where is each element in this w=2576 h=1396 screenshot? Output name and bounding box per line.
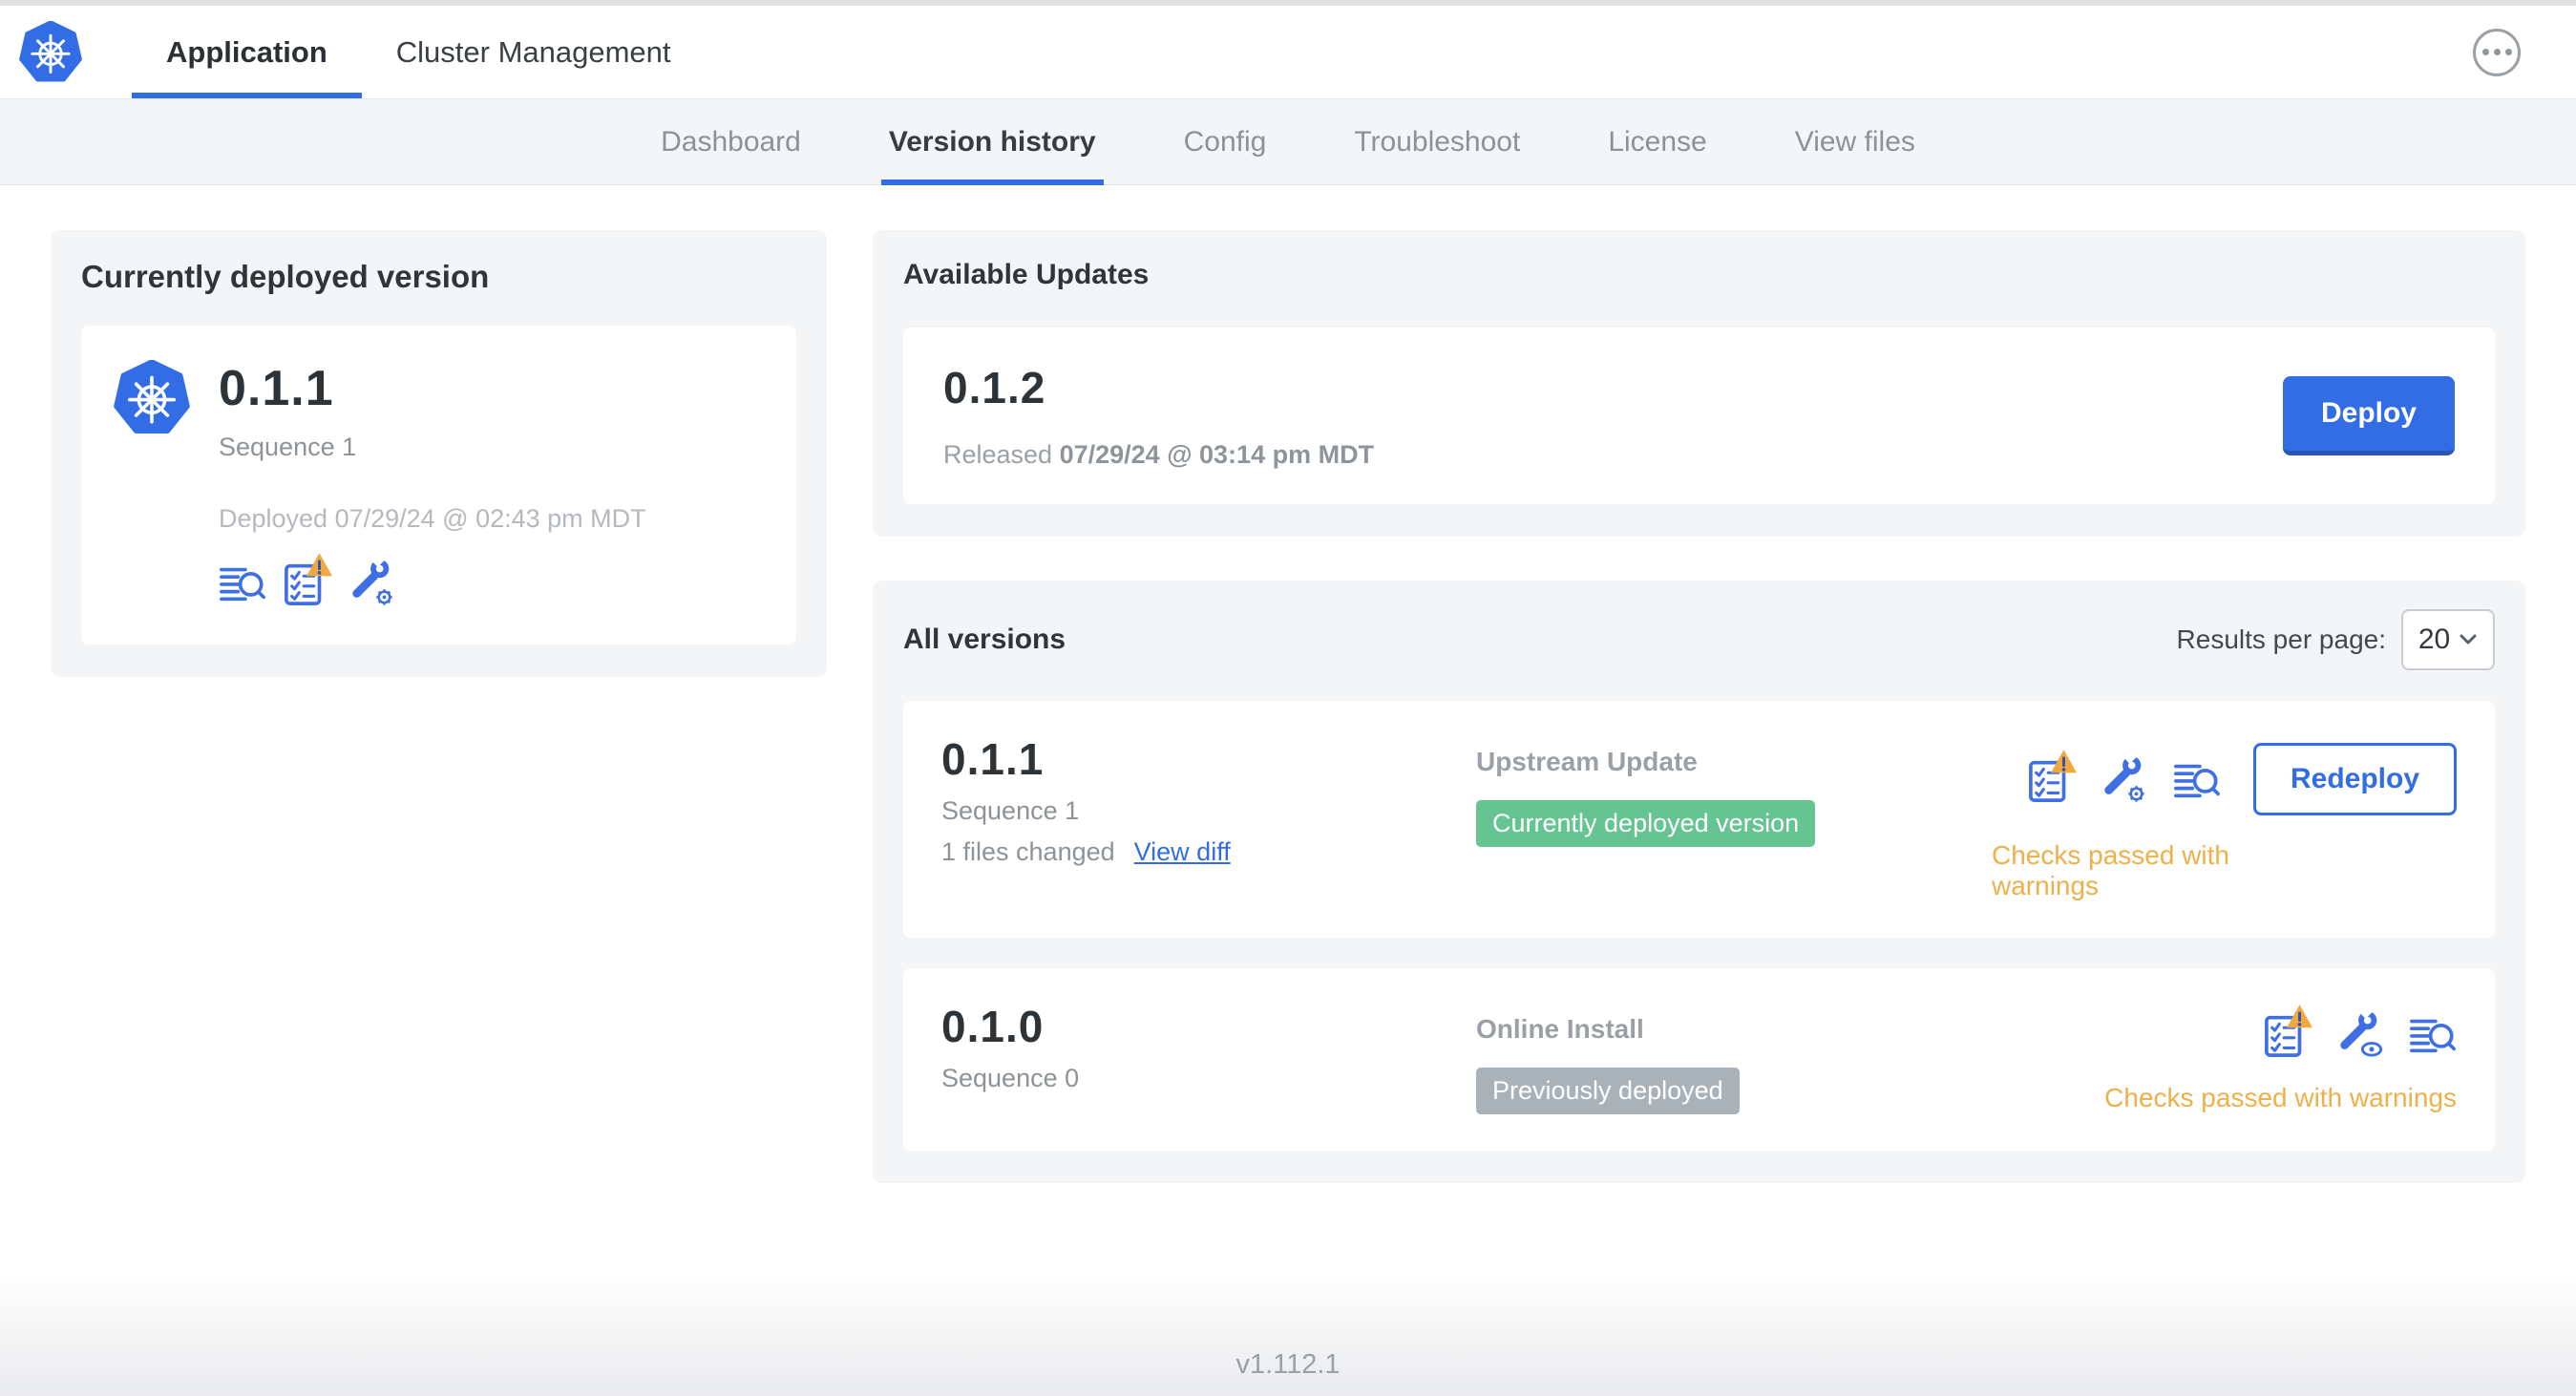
ellipsis-icon: [2481, 49, 2489, 55]
tab-application-label: Application: [166, 34, 327, 69]
row-version-number: 0.1.0: [941, 1002, 1045, 1051]
results-per-page-select[interactable]: 20: [2401, 609, 2495, 670]
tab-view-files[interactable]: View files: [1751, 99, 1959, 184]
currently-deployed-badge: Currently deployed version: [1476, 800, 1816, 847]
tab-version-history[interactable]: Version history: [845, 99, 1140, 185]
active-subnav-indicator: [880, 180, 1104, 185]
available-updates-title: Available Updates: [903, 259, 1150, 290]
tab-version-history-label: Version history: [888, 125, 1096, 158]
preflight-checks-warning-icon[interactable]: [2264, 1003, 2314, 1058]
currently-deployed-title: Currently deployed version: [81, 259, 490, 294]
previously-deployed-badge: Previously deployed: [1476, 1068, 1740, 1114]
main-content: Currently deployed version 0.1.1 Sequenc…: [0, 185, 2576, 1274]
currently-deployed-column: Currently deployed version 0.1.1 Sequenc…: [51, 230, 827, 677]
deploy-logs-icon[interactable]: [2409, 1010, 2457, 1058]
config-wrench-gear-icon[interactable]: [2101, 755, 2148, 803]
tab-dashboard-label: Dashboard: [661, 125, 801, 158]
currently-deployed-card: Currently deployed version 0.1.1 Sequenc…: [51, 230, 827, 677]
update-version-number: 0.1.2: [943, 363, 1046, 412]
deployed-timestamp: Deployed 07/29/24 @ 02:43 pm MDT: [219, 504, 646, 533]
tab-license-label: License: [1608, 125, 1707, 158]
tab-dashboard[interactable]: Dashboard: [617, 99, 845, 184]
header-tabs: Application Cluster Management: [132, 6, 706, 98]
results-per-page-value: 20: [2418, 624, 2451, 655]
view-diff-link[interactable]: View diff: [1134, 837, 1231, 867]
row-sequence: Sequence 0: [941, 1064, 1080, 1092]
tab-cluster-management-label: Cluster Management: [395, 34, 671, 69]
tab-view-files-label: View files: [1794, 125, 1915, 158]
redeploy-button[interactable]: Redeploy: [2252, 743, 2457, 815]
config-wrench-eye-icon[interactable]: [2336, 1010, 2384, 1058]
tab-config[interactable]: Config: [1140, 99, 1311, 184]
chevron-down-icon: [2460, 634, 2477, 645]
tab-troubleshoot[interactable]: Troubleshoot: [1310, 99, 1564, 184]
overflow-menu-button[interactable]: [2473, 28, 2521, 76]
config-wrench-gear-icon[interactable]: [348, 559, 396, 606]
version-row-0-1-1: 0.1.1 Sequence 1 1 files changed View di…: [903, 701, 2495, 938]
row-sequence: Sequence 1: [941, 796, 1080, 825]
checks-status-text[interactable]: Checks passed with warnings: [1992, 840, 2254, 901]
tab-cluster-management[interactable]: Cluster Management: [362, 6, 706, 98]
deployed-version-panel: 0.1.1 Sequence 1 Deployed 07/29/24 @ 02:…: [81, 326, 796, 645]
deployed-version-number: 0.1.1: [219, 361, 334, 416]
results-per-page-label: Results per page:: [2176, 624, 2386, 654]
version-source-label: Upstream Update: [1476, 747, 1698, 776]
row-version-number: 0.1.1: [941, 734, 1045, 784]
app-header: Application Cluster Management: [0, 6, 2576, 98]
admin-console-version: v1.112.1: [1235, 1349, 1341, 1380]
available-updates-card: Available Updates 0.1.2 Released 07/29/2…: [873, 230, 2525, 537]
tab-application[interactable]: Application: [132, 6, 362, 98]
deployed-sequence: Sequence 1: [219, 433, 357, 461]
app-subnav: Dashboard Version history Config Trouble…: [0, 98, 2576, 185]
tab-license[interactable]: License: [1564, 99, 1750, 184]
tab-troubleshoot-label: Troubleshoot: [1354, 125, 1521, 158]
app-logo-icon: [114, 360, 190, 436]
page-footer: v1.112.1: [0, 1274, 2576, 1396]
deploy-button[interactable]: Deploy: [2282, 376, 2455, 455]
kubernetes-logo-icon: [19, 19, 82, 84]
checks-status-text[interactable]: Checks passed with warnings: [2104, 1083, 2457, 1113]
deploy-logs-icon[interactable]: [2173, 755, 2221, 803]
preflight-checks-warning-icon[interactable]: [2028, 748, 2079, 803]
version-source-label: Online Install: [1476, 1014, 1644, 1044]
preflight-checks-warning-icon[interactable]: [284, 551, 334, 606]
active-tab-indicator: [132, 93, 362, 98]
tab-config-label: Config: [1183, 125, 1267, 158]
all-versions-card: All versions Results per page: 20 0.1.1 …: [873, 581, 2525, 1183]
version-row-0-1-0: 0.1.0 Sequence 0 Online Install Previous…: [903, 968, 2495, 1151]
update-row: 0.1.2 Released 07/29/24 @ 03:14 pm MDT D…: [903, 328, 2495, 504]
released-prefix: Released: [943, 440, 1053, 469]
all-versions-title: All versions: [903, 624, 1066, 655]
files-changed-text: 1 files changed: [941, 837, 1115, 866]
released-timestamp: 07/29/24 @ 03:14 pm MDT: [1059, 440, 1375, 469]
deploy-logs-icon[interactable]: [219, 559, 266, 606]
